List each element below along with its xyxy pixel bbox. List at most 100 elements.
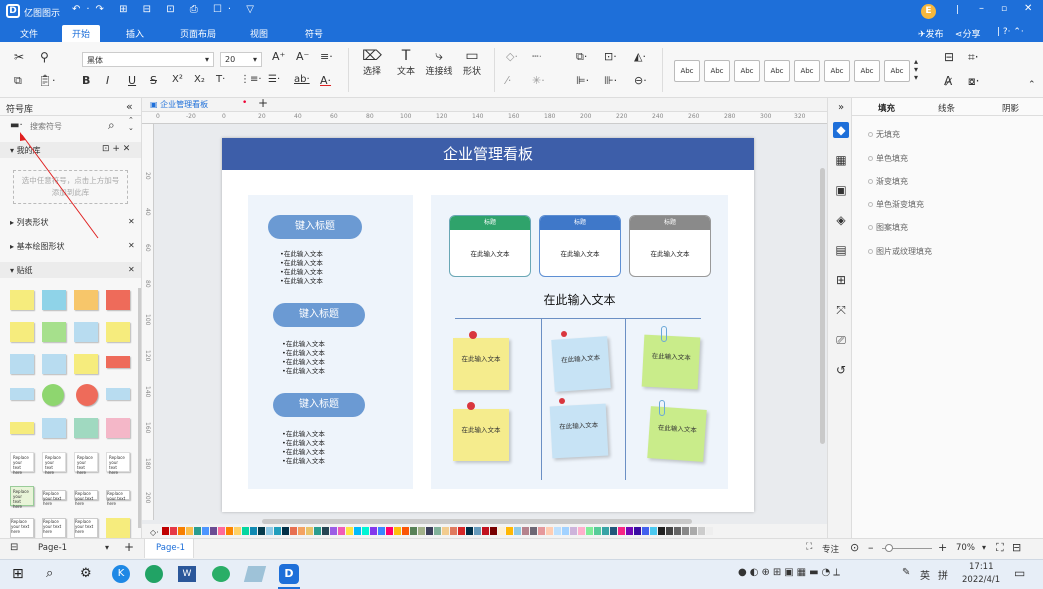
font-size-select[interactable]: 20 ▾	[220, 52, 262, 67]
style-preset-3[interactable]: Abc	[734, 60, 760, 82]
play-icon[interactable]: ⊙	[850, 541, 859, 554]
style-preset-4[interactable]: Abc	[764, 60, 790, 82]
sticker-item[interactable]	[42, 354, 66, 374]
history-icon[interactable]: ↺	[833, 362, 849, 378]
sticker-item[interactable]	[42, 290, 66, 310]
focus-mode-label[interactable]: 专注	[822, 543, 839, 555]
sticker-item[interactable]: Replace your text here	[106, 490, 130, 506]
focus-icon[interactable]: ⛶	[806, 542, 812, 552]
fit-page-icon[interactable]: ⛶	[996, 541, 1004, 555]
minimize-icon[interactable]: –	[979, 3, 984, 14]
fill-icon[interactable]: ◇·	[506, 50, 518, 63]
sticker-item[interactable]: Replace your text here	[74, 518, 98, 538]
underline-icon[interactable]: U	[128, 74, 136, 87]
close-icon[interactable]: ✕	[128, 217, 135, 226]
effect-icon[interactable]: ✳·	[532, 74, 545, 87]
status-card[interactable]: 标题 在此输入文本	[539, 215, 621, 277]
sticker-item[interactable]	[10, 354, 34, 374]
connector-tool[interactable]: ⤷ 连接线	[424, 48, 454, 77]
wechat-icon[interactable]	[212, 566, 230, 582]
fill-option-pattern[interactable]: 图案填充	[868, 222, 908, 233]
sticker-item[interactable]: Replace your text here	[10, 518, 34, 538]
text-format-icon[interactable]: T·	[216, 74, 225, 85]
fullscreen-icon[interactable]: ⤧	[833, 302, 849, 318]
font-color-icon[interactable]: A·	[320, 74, 331, 87]
sticky-note[interactable]: 在此输入文本	[551, 336, 611, 392]
color-palette[interactable]: ◇·	[142, 524, 827, 538]
strikethrough-icon[interactable]: S	[150, 74, 157, 87]
highlight-icon[interactable]: ab·	[294, 74, 310, 85]
sticker-item[interactable]: Replace your text here	[42, 518, 66, 538]
left-section[interactable]: 键入标题 •在此输入文本 •在此输入文本 •在此输入文本 •在此输入文本 键入标…	[248, 195, 413, 489]
sticky-note[interactable]: 在此输入文本	[647, 406, 707, 462]
crop-icon[interactable]: ⌗·	[968, 50, 979, 65]
font-grow-icon[interactable]: A⁺	[272, 50, 285, 63]
style-preset-2[interactable]: Abc	[704, 60, 730, 82]
vertical-scrollbar[interactable]	[820, 168, 825, 444]
tab-shadow[interactable]: 阴影	[1002, 102, 1019, 114]
grid-icon[interactable]: ▦	[833, 152, 849, 168]
bullet-list[interactable]: •在此输入文本 •在此输入文本 •在此输入文本 •在此输入文本	[280, 250, 323, 286]
page-tab[interactable]: Page-1	[144, 539, 194, 558]
notification-icon[interactable]: ▭	[1014, 566, 1025, 580]
settings-icon[interactable]: ⚙	[80, 566, 92, 581]
clock-date[interactable]: 2022/4/1	[962, 575, 1000, 585]
subscript-icon[interactable]: X₂	[194, 74, 205, 85]
sticker-item[interactable]	[76, 384, 98, 406]
sticker-item[interactable]: Replace your text here	[74, 452, 98, 475]
sticker-item[interactable]: Replace your text here	[74, 490, 98, 506]
status-card[interactable]: 标题 在此输入文本	[449, 215, 531, 277]
diagram-page[interactable]: 企业管理看板 键入标题 •在此输入文本 •在此输入文本 •在此输入文本 •在此输…	[222, 138, 754, 512]
close-icon[interactable]: ✕	[128, 265, 135, 274]
bullet-list-icon[interactable]: ☰·	[268, 74, 280, 85]
presentation-icon[interactable]: ⎚	[833, 332, 849, 348]
group-icon[interactable]: ⊡·	[604, 50, 617, 63]
chevron-down-icon[interactable]: ▾	[982, 543, 986, 552]
search-icon[interactable]: ⌕	[108, 118, 115, 133]
shape-tool[interactable]: ▭ 形状	[458, 48, 486, 77]
style-preset-5[interactable]: Abc	[794, 60, 820, 82]
replace-icon[interactable]: A̷	[944, 74, 952, 88]
sticker-header[interactable]: ▾ 贴纸 ✕	[0, 262, 141, 278]
page-select[interactable]: Page-1	[38, 543, 67, 553]
page-setup-icon[interactable]: ⊟	[944, 50, 954, 64]
sticker-item[interactable]	[74, 354, 98, 374]
copy-icon[interactable]: ⧉	[14, 74, 22, 88]
page-icon[interactable]: ⊞	[833, 272, 849, 288]
publish-button[interactable]: ✈发布	[918, 27, 944, 40]
sticker-item[interactable]	[42, 384, 64, 406]
layer-icon[interactable]: ⧇·	[968, 74, 979, 89]
fill-option-solid[interactable]: 单色填充	[868, 153, 908, 164]
font-family-select[interactable]: 黑体 ▾	[82, 52, 214, 67]
sticker-item[interactable]: Replace your text here	[10, 452, 34, 475]
sticker-item[interactable]	[10, 388, 34, 400]
library-menu-icon[interactable]: ▬·	[10, 120, 23, 131]
sticker-item[interactable]	[10, 422, 34, 434]
bold-icon[interactable]: B	[82, 74, 90, 87]
flip-icon[interactable]: ◭·	[634, 50, 646, 63]
chevron-down-icon[interactable]: ▾	[105, 543, 109, 552]
italic-icon[interactable]: I	[106, 74, 109, 87]
ime-mode[interactable]: 拼	[938, 567, 948, 582]
fit-width-icon[interactable]: ⊟	[1012, 541, 1021, 554]
ime-language[interactable]: 英	[920, 567, 930, 582]
line-style-icon[interactable]: ┅·	[532, 50, 542, 63]
screenshot-icon[interactable]	[243, 566, 267, 582]
user-avatar[interactable]: E	[921, 4, 936, 19]
sticker-item[interactable]	[74, 322, 98, 342]
tray-icons[interactable]: ●◐⊕⊞▣▦▬◔⟂	[738, 567, 843, 578]
font-shrink-icon[interactable]: A⁻	[296, 50, 309, 63]
my-library-header[interactable]: ▾ 我的库 ⊡ + ✕	[0, 142, 141, 158]
expand-panel-icon[interactable]: »	[833, 100, 849, 116]
cut-icon[interactable]: ✂	[14, 50, 24, 64]
sticker-item[interactable]	[106, 322, 130, 342]
image-icon[interactable]: ▣	[833, 182, 849, 198]
windows-start-icon[interactable]: ⊞	[12, 566, 24, 582]
maximize-icon[interactable]: ▫	[1001, 4, 1007, 14]
app-k-icon[interactable]: K	[112, 565, 130, 583]
add-page-icon[interactable]: +	[124, 540, 134, 554]
sticker-item[interactable]	[106, 518, 130, 538]
section-title[interactable]: 在此输入文本	[431, 291, 728, 308]
word-icon[interactable]: W	[178, 566, 196, 582]
text-tool[interactable]: T 文本	[392, 48, 420, 77]
